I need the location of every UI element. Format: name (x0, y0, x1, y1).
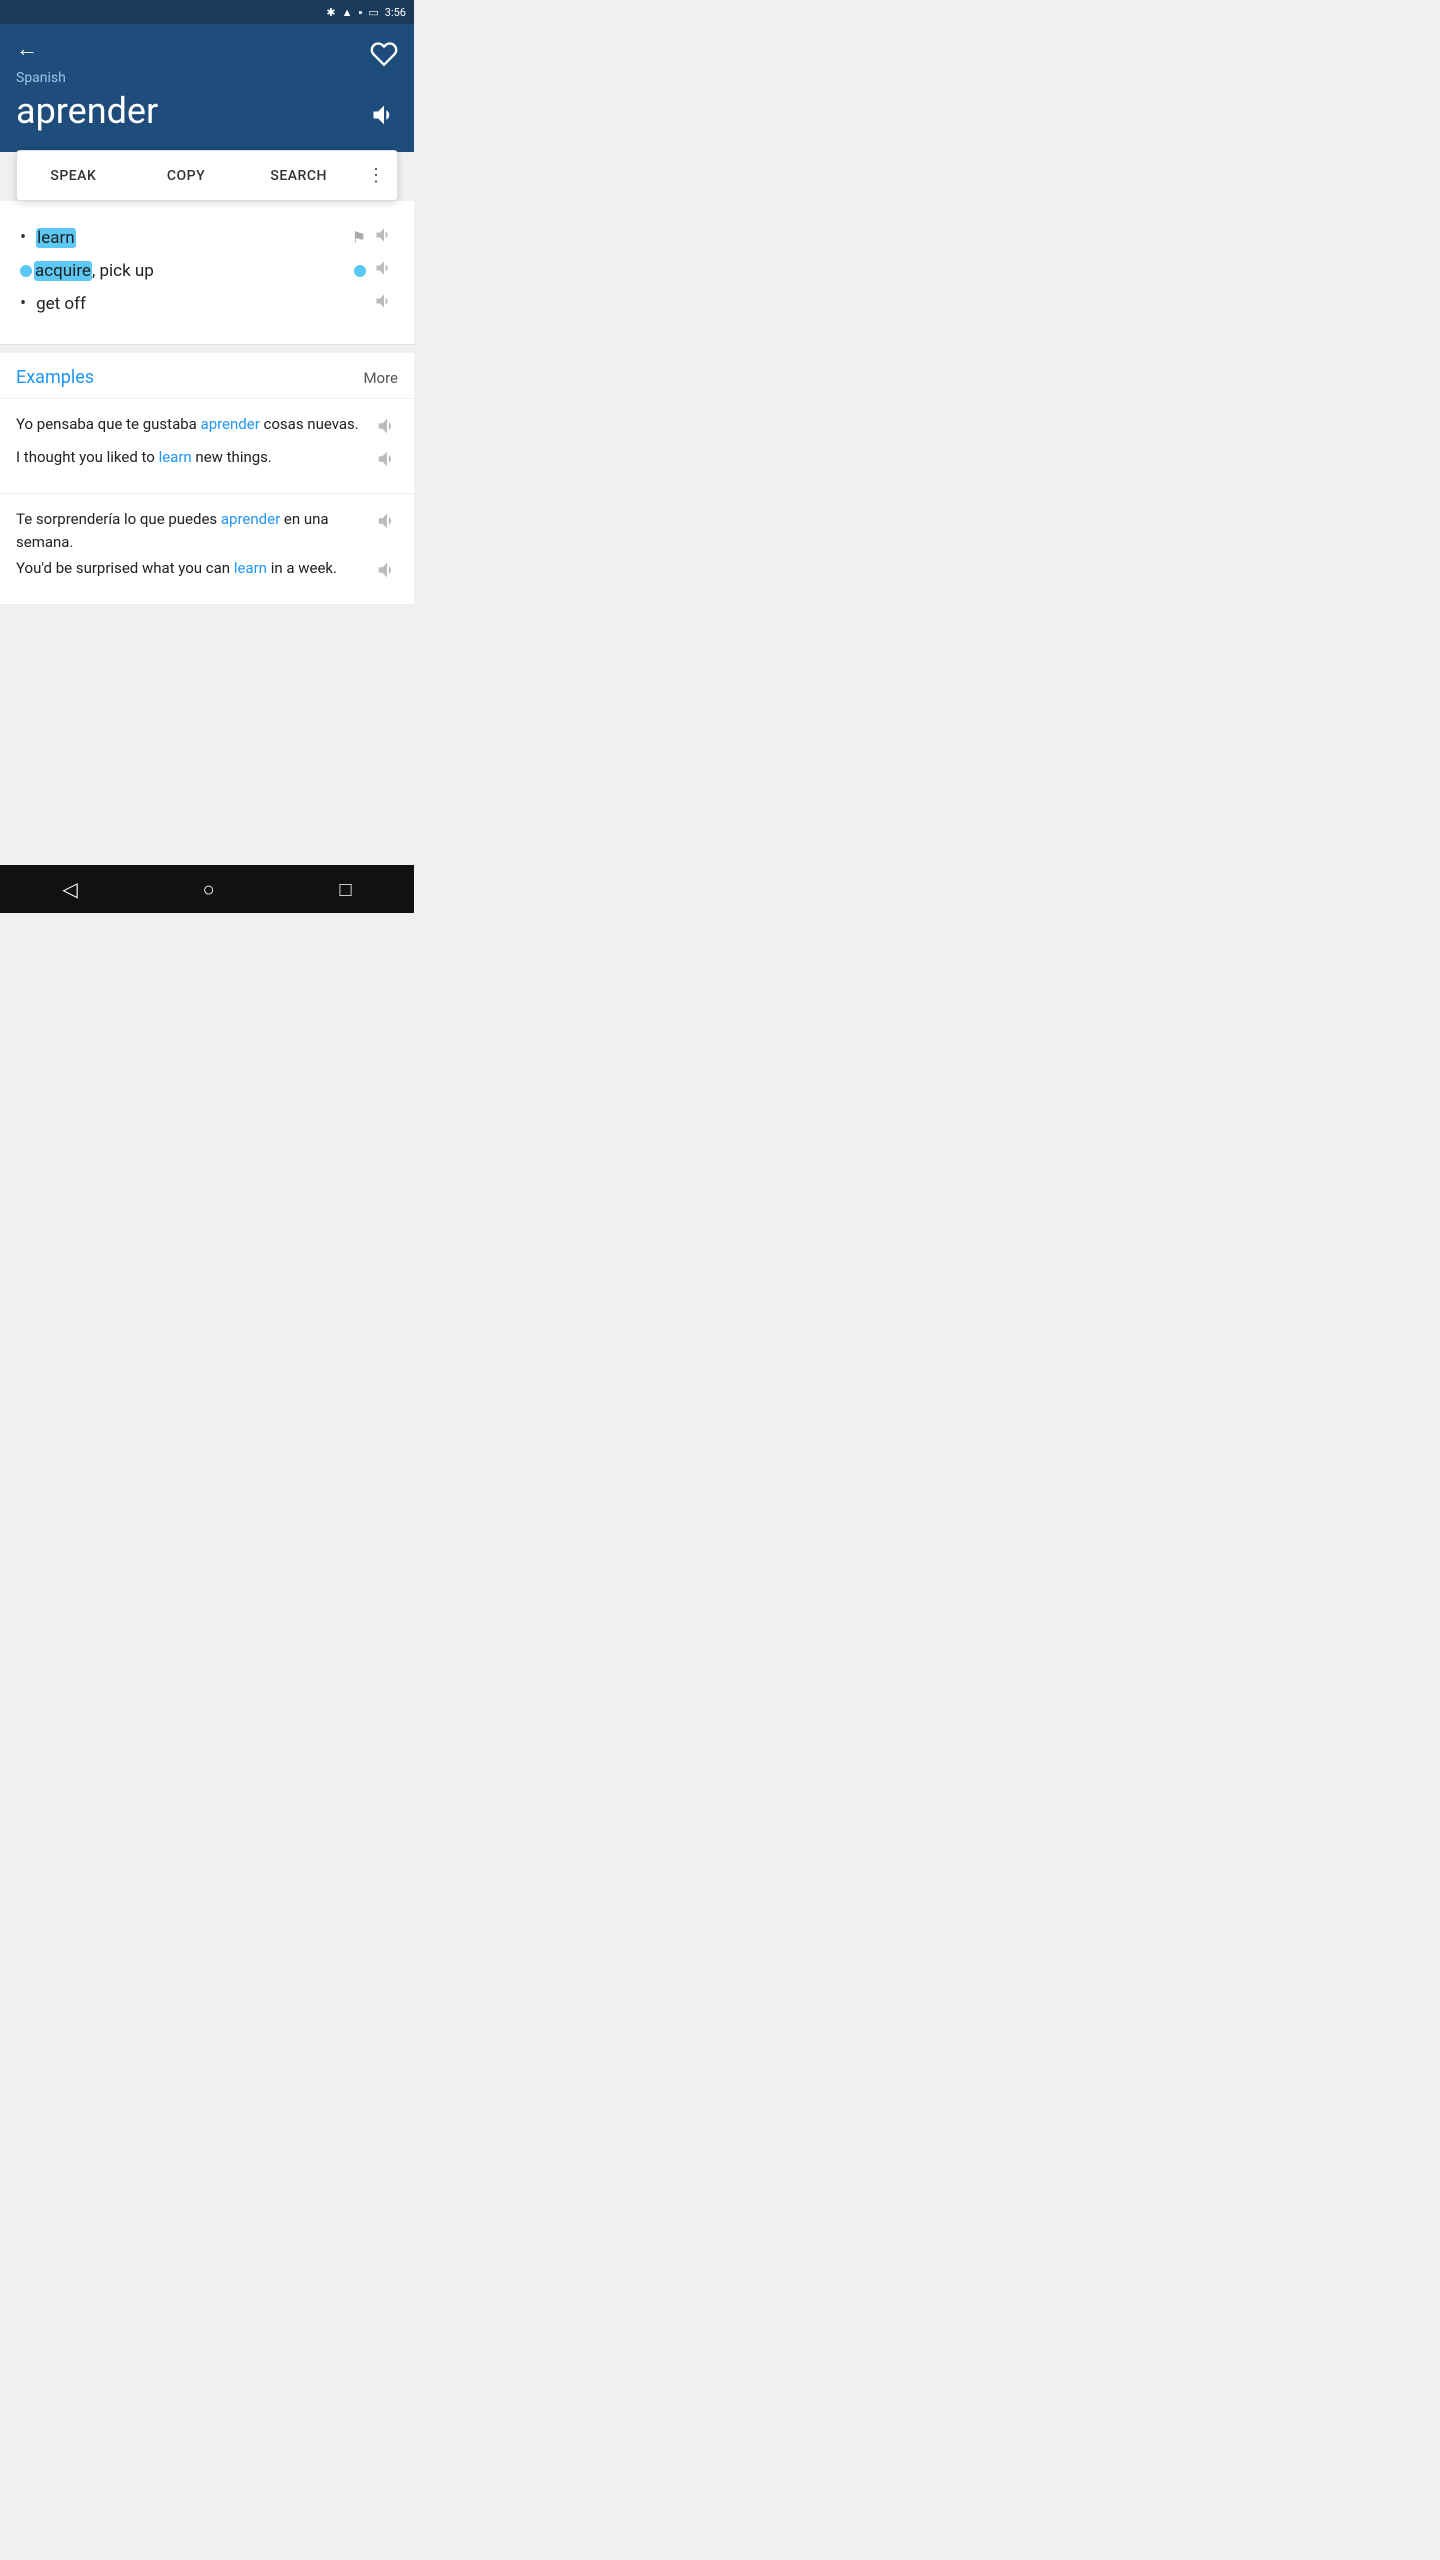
example-spanish-text-1: Yo pensaba que te gustaba aprender cosas… (16, 413, 368, 436)
speaker-button-1[interactable] (374, 225, 394, 250)
speak-button[interactable]: SPEAK (17, 154, 130, 198)
highlight-aprender-2: aprender (221, 510, 280, 528)
example-speaker-2b[interactable] (376, 559, 398, 586)
example-english-row-1: I thought you liked to learn new things. (16, 446, 398, 475)
example-spanish-row-2: Te sorprendería lo que puedes aprender e… (16, 508, 398, 553)
example-speaker-1a[interactable] (376, 415, 398, 442)
nav-back-button[interactable]: ◁ (62, 877, 77, 901)
bluetooth-icon: ✱ (326, 6, 335, 19)
translation-item-2: acquire, pick up (20, 258, 394, 283)
examples-section: Examples More Yo pensaba que te gustaba … (0, 353, 414, 605)
example-item-2: Te sorprendería lo que puedes aprender e… (0, 494, 414, 605)
nav-recents-button[interactable]: □ (339, 877, 351, 902)
bullet-1: • (20, 227, 26, 248)
example-english-text-2: You'd be surprised what you can learn in… (16, 557, 368, 580)
speaker-button-2[interactable] (374, 258, 394, 283)
translation-item-3: • get off (20, 291, 394, 316)
selected-text-acquire: acquire (34, 261, 92, 281)
translation-item-1: • learn ⚑ (20, 225, 394, 250)
example-speaker-1b[interactable] (376, 448, 398, 475)
example-spanish-text-2: Te sorprendería lo que puedes aprender e… (16, 508, 368, 553)
highlight-aprender-1: aprender (201, 415, 260, 433)
highlight-learn-1: learn (159, 448, 192, 466)
copy-button[interactable]: COPY (130, 154, 243, 198)
flag-icon-1: ⚑ (352, 228, 366, 247)
language-label: Spanish (16, 70, 398, 86)
translations-card: • learn ⚑ acquire, pick up (0, 201, 414, 345)
translation-text-1: learn (36, 228, 344, 248)
battery-icon: ▭ (368, 6, 378, 19)
bottom-nav: ◁ ○ □ (0, 865, 414, 913)
example-speaker-2a[interactable] (376, 510, 398, 537)
example-spanish-row-1: Yo pensaba que te gustaba aprender cosas… (16, 413, 398, 442)
search-button[interactable]: SEARCH (242, 154, 355, 198)
header-speaker-button[interactable] (370, 101, 398, 136)
content-area: • learn ⚑ acquire, pick up (0, 201, 414, 865)
selected-text-learn: learn (36, 228, 76, 248)
highlight-learn-2: learn (234, 559, 267, 577)
more-button[interactable]: More (363, 369, 398, 387)
time-display: 3:56 (385, 6, 406, 19)
context-menu: SPEAK COPY SEARCH ⋮ (16, 150, 398, 201)
status-bar: ✱ ▲ ▪ ▭ 3:56 (0, 0, 414, 24)
examples-title: Examples (16, 367, 94, 388)
example-item-1: Yo pensaba que te gustaba aprender cosas… (0, 399, 414, 494)
back-button[interactable]: ← (16, 36, 38, 62)
translation-text-3: get off (36, 294, 366, 314)
nav-home-button[interactable]: ○ (203, 877, 215, 902)
selection-handle-right (354, 265, 366, 277)
example-english-row-2: You'd be surprised what you can learn in… (16, 557, 398, 586)
word-title: aprender (16, 90, 398, 132)
bullet-3: • (20, 293, 26, 314)
translation-text-2: acquire, pick up (34, 261, 352, 281)
wifi-icon: ▲ (342, 6, 353, 19)
more-options-button[interactable]: ⋮ (355, 151, 397, 200)
example-english-text-1: I thought you liked to learn new things. (16, 446, 368, 469)
heart-button[interactable] (370, 40, 398, 75)
signal-icon: ▪ (358, 6, 362, 19)
examples-header: Examples More (0, 353, 414, 399)
speaker-button-3[interactable] (374, 291, 394, 316)
header: ← Spanish aprender (0, 24, 414, 152)
selection-handle-left (20, 265, 32, 277)
